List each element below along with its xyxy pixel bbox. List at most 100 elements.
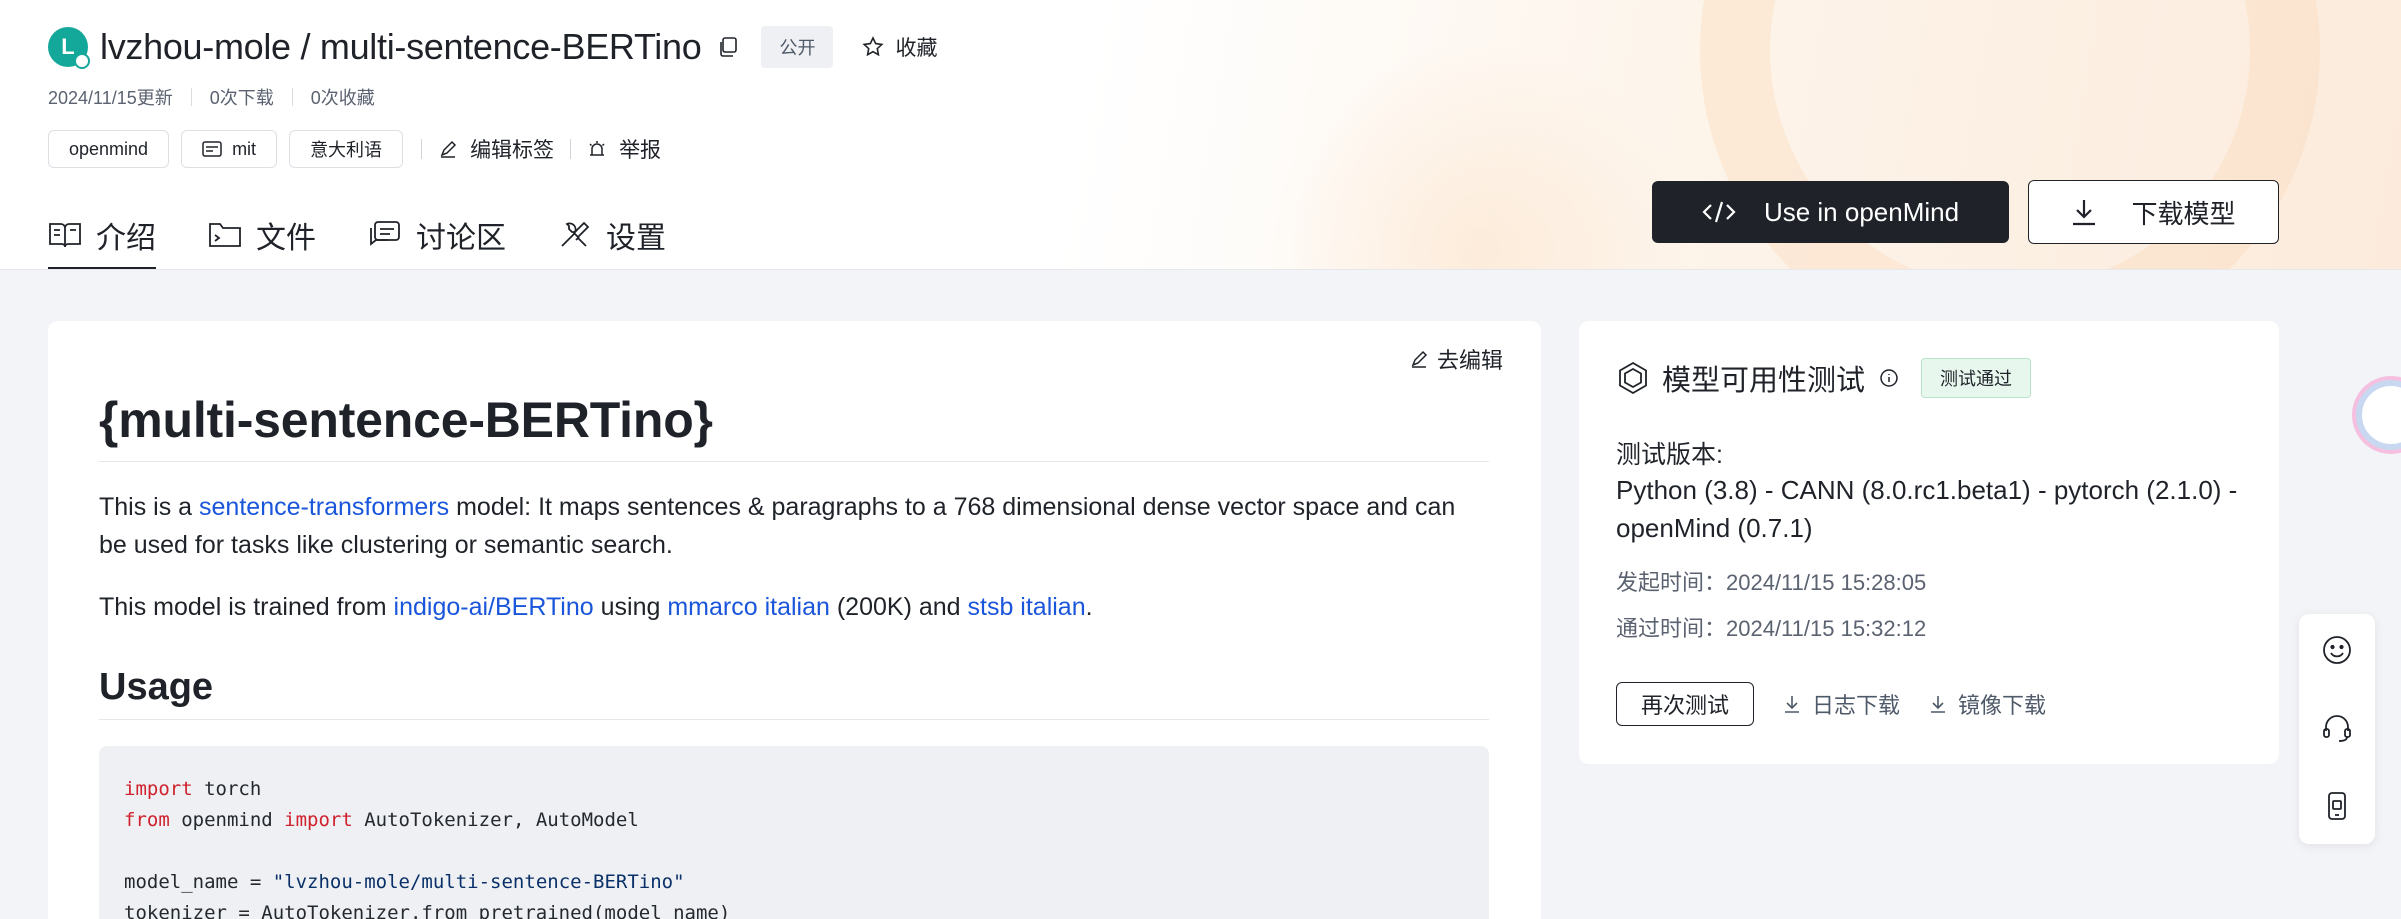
pencil-icon [1411,350,1428,368]
link-bertino[interactable]: indigo-ai/BERTino [394,593,594,621]
report-button[interactable]: 举报 [587,134,661,164]
smiley-icon[interactable] [2321,634,2353,666]
tag-license[interactable]: mit [181,130,278,168]
tab-settings[interactable]: 设置 [558,200,666,269]
download-icon [2073,200,2096,226]
tab-discussion[interactable]: 讨论区 [368,200,506,269]
code-keyword: from [124,809,170,831]
background-glow [1270,40,1690,269]
tab-intro[interactable]: 介绍 [48,200,156,269]
code-text: openmind [169,809,285,831]
version-label: 测试版本: [1616,441,1723,469]
readme-content: {multi-sentence-BERTino} This is a sente… [99,391,1489,919]
readme-title: {multi-sentence-BERTino} [99,391,1489,462]
download-model-button[interactable]: 下载模型 [2028,180,2279,244]
visibility-badge: 公开 [761,26,834,68]
readme-paragraph: This is a sentence-transformers model: I… [99,488,1489,564]
code-text: torch [192,778,262,800]
download-count: 0次下载 [209,88,274,108]
tools-icon [561,221,590,247]
log-download-label: 日志下载 [1812,693,1901,718]
edit-readme-button[interactable]: 去编辑 [1409,343,1503,375]
tab-files[interactable]: 文件 [208,200,316,269]
download-model-label: 下载模型 [2131,198,2236,229]
repo-title: lvzhou-mole / multi-sentence-BERTino [100,26,702,67]
tab-label: 文件 [256,222,316,255]
report-label: 举报 [619,139,662,162]
code-keyword: import [124,778,193,800]
status-badge: 测试通过 [1921,358,2032,398]
copy-icon[interactable] [717,36,739,58]
retest-button[interactable]: 再次测试 [1616,682,1755,726]
favorite-button[interactable]: 收藏 [861,32,937,62]
tab-label: 介绍 [96,222,156,255]
pencil-icon [440,140,457,158]
version-text: Python (3.8) - CANN (8.0.rc1.beta1) - py… [1616,475,2238,543]
book-icon [49,223,81,248]
tags-row: openmind mit 意大利语 编辑标签 举报 [48,130,661,168]
readme-card: 去编辑 {multi-sentence-BERTino} This is a s… [48,321,1541,919]
availability-test-card: 模型可用性测试 测试通过 测试版本: Python (3.8) - CANN (… [1579,321,2279,764]
edit-readme-label: 去编辑 [1436,348,1503,373]
link-sentence-transformers[interactable]: sentence-transformers [199,493,449,521]
text: This is a [99,493,200,521]
tag-label: 意大利语 [310,140,383,160]
info-icon[interactable] [1879,368,1899,388]
start-time: 发起时间：2024/11/15 15:28:05 [1616,570,1927,595]
updated-date: 2024/11/15更新 [48,88,173,108]
chat-icon [370,221,400,246]
text: (200K) and [829,593,968,621]
divider [421,139,423,159]
readme-paragraph: This model is trained from indigo-ai/BER… [99,588,1489,626]
assistant-logo[interactable] [2356,380,2401,450]
title-row: L lvzhou-mole / multi-sentence-BERTino 公… [48,25,937,69]
divider [570,139,572,159]
meta-row: 2024/11/15更新 0次下载 0次收藏 [48,84,375,110]
hexagon-icon [1619,361,1647,395]
divider [190,88,192,106]
folder-icon [209,223,241,247]
license-icon [202,141,222,157]
avatar-letter: L [61,34,75,59]
headset-icon[interactable] [2321,712,2353,744]
pass-time: 通过时间：2024/11/15 15:32:12 [1616,616,1927,641]
mobile-icon[interactable] [2321,790,2353,822]
test-title: 模型可用性测试 [1662,365,1866,397]
favorite-count: 0次收藏 [310,88,375,108]
repo-header: L lvzhou-mole / multi-sentence-BERTino 公… [0,0,2401,270]
link-mmarco[interactable]: mmarco italian [667,593,830,621]
text: using [593,593,668,621]
divider [291,88,293,106]
alarm-icon [589,141,605,156]
image-download-label: 镜像下载 [1958,693,2047,718]
code-text: model_name = [124,871,273,893]
code-block: import torch from openmind import AutoTo… [99,746,1489,919]
download-icon [1785,696,1800,713]
floating-toolbar [2299,614,2375,844]
star-icon [862,36,885,57]
test-card-header: 模型可用性测试 测试通过 [1616,357,2032,399]
code-icon [1702,201,1736,223]
tab-label: 讨论区 [416,222,506,255]
retest-label: 再次测试 [1641,693,1730,718]
link-stsb[interactable]: stsb italian [968,593,1086,621]
usage-heading: Usage [99,666,1489,720]
tag-label: mit [232,138,257,159]
edit-tags-button[interactable]: 编辑标签 [438,134,554,164]
use-in-label: Use in openMind [1763,196,1960,227]
log-download-button[interactable]: 日志下载 [1784,688,1900,720]
code-keyword: import [284,809,353,831]
image-download-button[interactable]: 镜像下载 [1930,688,2046,720]
tag-label: openmind [69,138,149,159]
tag-language[interactable]: 意大利语 [289,130,404,168]
tab-label: 设置 [606,222,666,255]
use-in-openmind-button[interactable]: Use in openMind [1652,181,2009,243]
edit-tags-label: 编辑标签 [470,139,555,162]
avatar[interactable]: L [48,27,90,69]
tag-openmind[interactable]: openmind [48,130,170,168]
code-text: AutoTokenizer, AutoModel [352,809,639,831]
avatar-status-dot [74,53,90,69]
test-actions: 再次测试 日志下载 镜像下载 [1616,682,2046,726]
code-text: tokenizer = AutoTokenizer.from_pretraine… [124,902,731,919]
code-string: "lvzhou-mole/multi-sentence-BERTino" [272,871,685,893]
